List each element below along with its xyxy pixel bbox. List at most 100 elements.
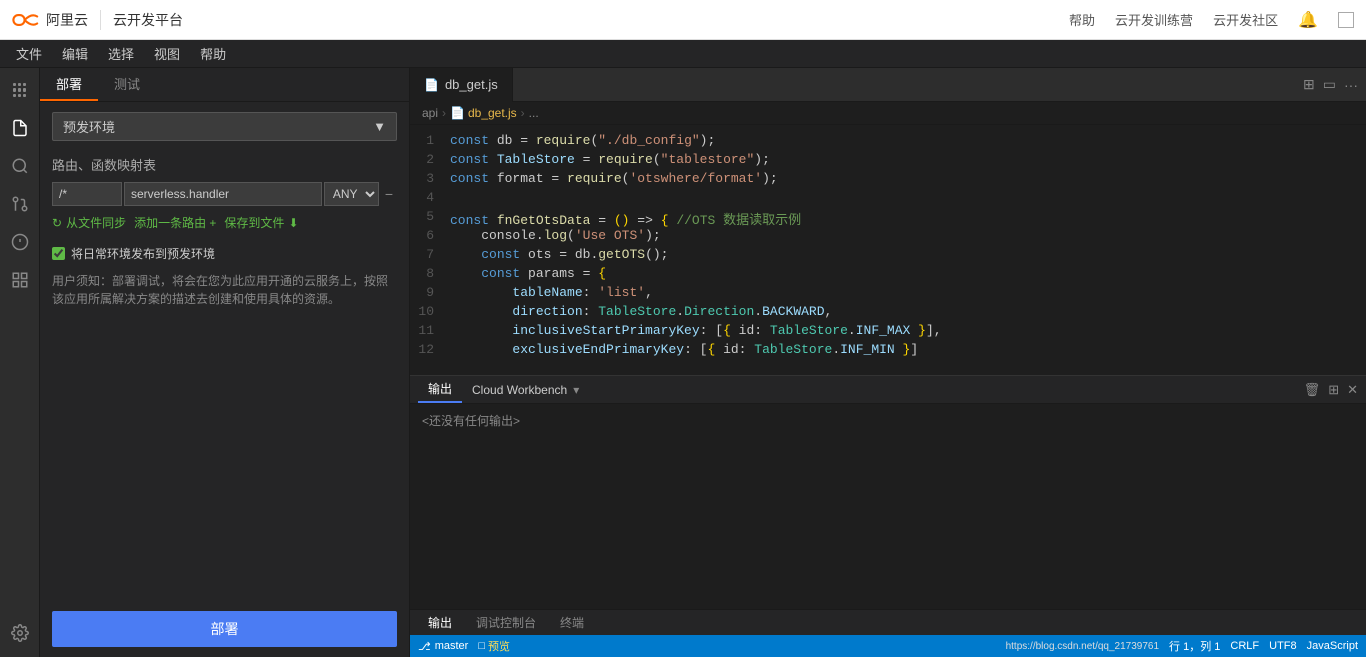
menu-edit[interactable]: 编辑 — [54, 42, 96, 65]
window-button[interactable] — [1338, 12, 1354, 28]
cursor-position[interactable]: 行 1，列 1 — [1169, 638, 1220, 654]
route-section-title: 路由、函数映射表 — [52, 155, 397, 174]
preview-status[interactable]: □ 预览 — [478, 638, 510, 654]
nav-help[interactable]: 帮助 — [1069, 10, 1095, 29]
code-line: 4 — [410, 190, 1366, 209]
status-bar: ⎇ master □ 预览 https://blog.csdn.net/qq_2… — [410, 635, 1366, 657]
output-actions: 🗑 ⊞ ✕ — [1304, 382, 1358, 398]
logo-text: 阿里云 — [46, 10, 88, 30]
tab-deploy[interactable]: 部署 — [40, 68, 98, 101]
code-area[interactable]: 1 const db = require("./db_config"); 2 c… — [410, 125, 1366, 375]
editor-tab-actions: ⊞ ▭ ··· — [1303, 76, 1366, 93]
top-bar: 阿里云 云开发平台 帮助 云开发训练营 云开发社区 🔔 — [0, 0, 1366, 40]
route-path-input[interactable] — [52, 182, 122, 206]
bottom-tabs: 输出 调试控制台 终端 — [410, 609, 1366, 635]
breadcrumb-file-icon: 📄 — [450, 106, 465, 120]
output-split-icon[interactable]: ⊞ — [1328, 382, 1339, 398]
csdn-link[interactable]: https://blog.csdn.net/qq_21739761 — [1006, 641, 1159, 652]
breadcrumb-more[interactable]: ... — [529, 106, 539, 120]
route-row: ANY GET POST − — [52, 182, 397, 206]
output-tab-output[interactable]: 输出 — [418, 376, 462, 403]
menu-view[interactable]: 视图 — [146, 42, 188, 65]
top-bar-right: 帮助 云开发训练营 云开发社区 🔔 — [1069, 10, 1354, 30]
deploy-button[interactable]: 部署 — [52, 611, 397, 647]
env-dropdown[interactable]: 预发环境 ▼ — [52, 112, 397, 141]
editor-tab-bar: 📄 db_get.js ⊞ ▭ ··· — [410, 68, 1366, 102]
sync-from-file-button[interactable]: ↻ 从文件同步 — [52, 212, 126, 233]
output-close-icon[interactable]: ✕ — [1347, 382, 1358, 398]
git-branch-status[interactable]: ⎇ master — [418, 640, 468, 653]
sidebar-content: 预发环境 ▼ 路由、函数映射表 ANY GET POST − ↻ — [40, 102, 409, 601]
activity-settings-icon[interactable] — [2, 615, 38, 651]
route-handler-input[interactable] — [124, 182, 322, 206]
language-mode[interactable]: JavaScript — [1307, 640, 1358, 652]
deploy-btn-container: 部署 — [40, 601, 409, 657]
nav-community[interactable]: 云开发社区 — [1213, 10, 1278, 29]
code-line: 10 direction: TableStore.Direction.BACKW… — [410, 304, 1366, 323]
line-ending[interactable]: CRLF — [1230, 640, 1259, 652]
dropdown-arrow-icon: ▼ — [373, 119, 386, 134]
bottom-tab-output[interactable]: 输出 — [418, 612, 462, 633]
code-line: 12 exclusiveEndPrimaryKey: [{ id: TableS… — [410, 342, 1366, 361]
notification-bell-icon[interactable]: 🔔 — [1298, 10, 1318, 30]
code-line: 11 inclusiveStartPrimaryKey: [{ id: Tabl… — [410, 323, 1366, 342]
route-delete-button[interactable]: − — [381, 182, 397, 206]
code-line: 7 const ots = db.getOTS(); — [410, 247, 1366, 266]
sync-icon: ↻ — [52, 216, 62, 230]
sidebar-bottom: 部署 — [40, 601, 409, 657]
menu-help[interactable]: 帮助 — [192, 42, 234, 65]
env-label: 预发环境 — [63, 117, 115, 136]
activity-git-icon[interactable] — [2, 186, 38, 222]
activity-menu-icon[interactable] — [2, 72, 38, 108]
editor-tab-db-get-js[interactable]: 📄 db_get.js — [410, 68, 513, 102]
activity-search-icon[interactable] — [2, 148, 38, 184]
menu-select[interactable]: 选择 — [100, 42, 142, 65]
editor-layout-icon[interactable]: ▭ — [1323, 76, 1336, 93]
download-icon: ⬇ — [288, 216, 298, 230]
notice-box: 用户须知：部署调试，将会在您为此应用开通的云服务上，按照该应用所属解决方案的描述… — [52, 272, 397, 308]
tab-test[interactable]: 测试 — [98, 68, 156, 101]
action-row: ↻ 从文件同步 添加一条路由 + 保存到文件 ⬇ — [52, 212, 397, 233]
app-name: 云开发平台 — [100, 10, 183, 30]
logo-area: 阿里云 — [12, 9, 88, 31]
code-line: 6 console.log('Use OTS'); — [410, 228, 1366, 247]
code-line: 5 const fnGetOtsData = () => { //OTS 数据读… — [410, 209, 1366, 228]
add-route-button[interactable]: 添加一条路由 + — [134, 212, 216, 233]
editor-more-icon[interactable]: ··· — [1344, 77, 1358, 93]
menu-bar: 文件 编辑 选择 视图 帮助 — [0, 40, 1366, 68]
notice-text: 用户须知：部署调试，将会在您为此应用开通的云服务上，按照该应用所属解决方案的描述… — [52, 272, 397, 308]
code-line: 2 const TableStore = require("tablestore… — [410, 152, 1366, 171]
checkbox-row: 将日常环境发布到预发环境 — [52, 245, 397, 262]
sidebar-tabs: 部署 测试 — [40, 68, 409, 102]
code-line: 8 const params = { — [410, 266, 1366, 285]
editor-area: 📄 db_get.js ⊞ ▭ ··· api › 📄 db_get.js › … — [410, 68, 1366, 657]
nav-training[interactable]: 云开发训练营 — [1115, 10, 1193, 29]
main-layout: 部署 测试 预发环境 ▼ 路由、函数映射表 ANY GET POST − — [0, 68, 1366, 657]
js-file-icon: 📄 — [424, 78, 439, 92]
breadcrumb-api[interactable]: api — [422, 106, 438, 120]
env-sync-label: 将日常环境发布到预发环境 — [71, 245, 215, 262]
bottom-tab-debug[interactable]: 调试控制台 — [466, 612, 546, 633]
output-dropdown-icon[interactable]: ▾ — [573, 383, 579, 397]
breadcrumb: api › 📄 db_get.js › ... — [410, 102, 1366, 125]
output-header: 输出 Cloud Workbench ▾ 🗑 ⊞ ✕ — [410, 376, 1366, 404]
activity-bar — [0, 68, 40, 657]
output-title: Cloud Workbench ▾ — [472, 383, 579, 397]
breadcrumb-file[interactable]: 📄 db_get.js — [450, 106, 517, 120]
status-left: ⎇ master □ 预览 — [418, 638, 510, 654]
split-editor-icon[interactable]: ⊞ — [1303, 76, 1315, 93]
bottom-tab-terminal[interactable]: 终端 — [550, 612, 594, 633]
env-sync-checkbox[interactable] — [52, 247, 65, 260]
save-to-file-button[interactable]: 保存到文件 ⬇ — [224, 212, 298, 233]
menu-file[interactable]: 文件 — [8, 42, 50, 65]
code-line: 1 const db = require("./db_config"); — [410, 133, 1366, 152]
git-icon: ⎇ — [418, 640, 431, 653]
activity-explorer-icon[interactable] — [2, 110, 38, 146]
activity-extension-icon[interactable] — [2, 262, 38, 298]
activity-debug-icon[interactable] — [2, 224, 38, 260]
output-empty-text: <还没有任何输出> — [422, 414, 520, 428]
route-method-select[interactable]: ANY GET POST — [324, 182, 379, 206]
output-clear-icon[interactable]: 🗑 — [1304, 382, 1321, 398]
encoding[interactable]: UTF8 — [1269, 640, 1297, 652]
code-line: 9 tableName: 'list', — [410, 285, 1366, 304]
